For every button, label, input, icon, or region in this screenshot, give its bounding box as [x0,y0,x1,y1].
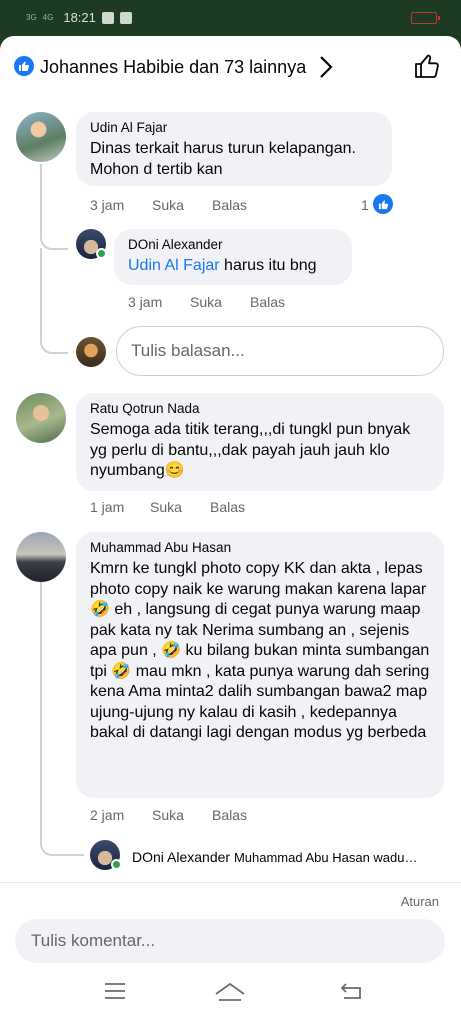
comment-bubble: Muhammad Abu Hasan Kmrn ke tungkl photo … [76,532,444,798]
mail-notification-icon [119,11,132,24]
thread-connector [40,224,68,250]
like-thumb-icon [14,56,34,76]
thread-line [40,164,42,226]
reply-button[interactable]: Balas [212,197,247,213]
divider [0,882,461,883]
like-button[interactable]: Suka [152,197,184,213]
battery-icon [411,12,440,24]
preview-text: Muhammad Abu Hasan wadu… [233,850,418,865]
system-nav-bar [0,964,461,1024]
back-icon[interactable] [340,982,362,1000]
reply-bubble: DOni Alexander Udin Al Fajar harus itu b… [114,229,352,285]
reaction-count[interactable]: 1 [361,197,369,213]
signal-4g: 4G [42,12,54,22]
comment-bubble: Udin Al Fajar Dinas terkait harus turun … [76,112,392,186]
chevron-right-icon[interactable] [318,54,334,80]
mention-link[interactable]: Udin Al Fajar [128,257,220,274]
thread-line [40,248,42,338]
comments-sheet: Johannes Habibie dan 73 lainnya Udin Al … [0,36,461,1024]
comment-text: Udin Al Fajar harus itu bng [128,257,317,274]
preview-author: DOni Alexander [132,849,231,865]
like-button[interactable]: Suka [152,807,184,823]
online-indicator [111,859,122,870]
reactions-summary[interactable]: Johannes Habibie dan 73 lainnya [40,57,306,78]
reply-preview[interactable]: DOni Alexander Muhammad Abu Hasan wadu… [132,849,418,865]
home-icon[interactable] [214,982,246,1002]
comment-author[interactable]: DOni Alexander [128,237,338,252]
comment-time: 1 jam [90,499,125,515]
rules-link[interactable]: Aturan [401,894,439,909]
facebook-notification-icon [101,11,114,24]
comment-author[interactable]: Udin Al Fajar [90,120,378,135]
my-avatar [76,337,106,367]
clock: 18:21 [63,10,96,25]
like-button[interactable]: Suka [190,294,222,310]
online-indicator [96,248,107,259]
reply-button[interactable]: Balas [250,294,285,310]
thread-line [40,576,42,816]
comment-time: 3 jam [128,294,163,310]
comment-text: Semoga ada titik terang,,,di tungkl pun … [90,421,411,479]
thread-connector [40,336,68,354]
avatar[interactable] [16,112,66,162]
signal-3g: 3G [26,12,37,22]
comment-text: Dinas terkait harus turun kelapangan. Mo… [90,140,356,178]
thread-connector [40,814,84,856]
comment-time: 3 jam [90,197,125,213]
comment-author[interactable]: Muhammad Abu Hasan [90,540,430,555]
reply-button[interactable]: Balas [212,807,247,823]
comment-bubble: Ratu Qotrun Nada Semoga ada titik terang… [76,393,444,491]
like-button[interactable]: Suka [150,499,182,515]
menu-lines-icon[interactable] [104,982,126,1000]
avatar[interactable] [16,393,66,443]
comment-time: 2 jam [90,807,125,823]
comment-author[interactable]: Ratu Qotrun Nada [90,401,430,416]
status-bar: 3G 4G 18:21 [0,0,461,36]
comment-input[interactable]: Tulis komentar... [15,919,445,963]
comment-text: Kmrn ke tungkl photo copy KK dan akta , … [90,560,430,741]
reactions-header[interactable]: Johannes Habibie dan 73 lainnya [0,36,461,98]
avatar[interactable] [16,532,66,582]
like-reaction-icon[interactable] [373,194,393,214]
reply-input[interactable]: Tulis balasan... [116,326,444,376]
thumbs-up-outline-icon[interactable] [413,52,441,80]
reply-button[interactable]: Balas [210,499,245,515]
